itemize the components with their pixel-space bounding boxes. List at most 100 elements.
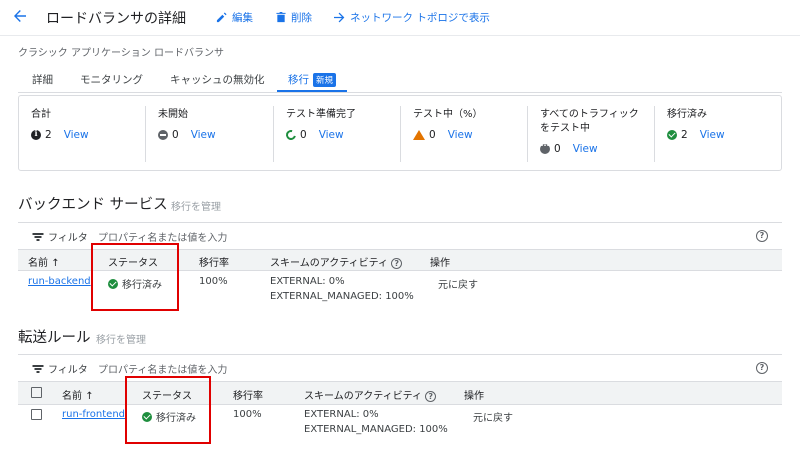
card-title: 移行済み (667, 109, 707, 120)
filter-icon (32, 365, 43, 373)
undo-button[interactable]: 元に戻す (438, 276, 478, 291)
rule-name-link[interactable]: run-frontend (62, 409, 125, 420)
summary-card-migrated: 移行済み 2 View (655, 96, 781, 170)
topology-button[interactable]: ネットワーク トポロジで表示 (334, 10, 490, 25)
select-all-checkbox[interactable] (31, 387, 42, 398)
filter-label: フィルタ (48, 365, 88, 376)
rate-cell: 100% (199, 276, 228, 287)
tab-label: 詳細 (32, 74, 53, 86)
card-title: 未開始 (158, 109, 188, 120)
column-name[interactable]: 名前 ↑ (62, 387, 94, 402)
help-icon[interactable]: ? (756, 362, 768, 374)
tab-label: モニタリング (80, 74, 143, 86)
trash-icon (276, 12, 286, 23)
card-value: 0 View (158, 129, 216, 141)
card-title-line: すべてのトラフィック (540, 109, 639, 120)
scheme-line: EXTERNAL_MANAGED: 100% (270, 291, 414, 302)
help-icon[interactable]: ? (391, 257, 403, 269)
filter-input[interactable]: プロパティ名または値を入力 (98, 361, 227, 376)
filter-icon (32, 233, 43, 241)
card-value: 2 View (31, 128, 89, 141)
backend-manage-link[interactable]: 移行を管理 (171, 198, 221, 213)
tab-migration[interactable]: 移行 新規 (288, 72, 337, 87)
header-divider (0, 35, 800, 36)
filter-input[interactable]: プロパティ名または値を入力 (98, 229, 227, 244)
highlight-box (91, 243, 179, 311)
card-count: 0 (429, 129, 436, 141)
summary-card-total: 合計 2 View (19, 96, 145, 170)
summary-card-not-started: 未開始 0 View (146, 96, 272, 170)
scheme-line: EXTERNAL_MANAGED: 100% (304, 424, 448, 435)
tab-details[interactable]: 詳細 (32, 72, 53, 87)
row-checkbox[interactable] (31, 409, 42, 420)
help-icon[interactable]: ? (425, 390, 437, 402)
forwarding-manage-link[interactable]: 移行を管理 (96, 331, 146, 346)
help-icon[interactable]: ? (756, 230, 768, 242)
card-count: 0 (300, 129, 307, 141)
undo-button[interactable]: 元に戻す (473, 409, 513, 424)
scheme-line: EXTERNAL: 0% (304, 409, 379, 420)
migration-summary: 合計 2 View 未開始 0 View テスト準備完了 0 View テスト中… (18, 95, 782, 171)
view-link[interactable]: View (573, 143, 598, 155)
edit-label: 編集 (232, 12, 253, 24)
scheme-line: EXTERNAL: 0% (270, 276, 345, 287)
arrow-back-icon (14, 10, 26, 22)
card-count: 0 (172, 129, 179, 141)
rate-cell: 100% (233, 409, 262, 420)
new-badge: 新規 (313, 73, 337, 87)
page-title: ロードバランサの詳細 (46, 11, 186, 27)
view-link[interactable]: View (700, 129, 725, 141)
card-title: テスト準備完了 (286, 109, 356, 120)
summary-card-ready: テスト準備完了 0 View (274, 96, 400, 170)
tab-label: 移行 (288, 74, 309, 86)
edit-button[interactable]: 編集 (216, 10, 253, 25)
column-scheme: スキームのアクティビティ ? (304, 387, 437, 402)
topology-label: ネットワーク トポロジで表示 (350, 12, 490, 24)
delete-button[interactable]: 削除 (276, 10, 312, 25)
card-value: 0 View (413, 129, 473, 141)
card-value: 0 View (540, 141, 598, 155)
dots-circle-icon (540, 141, 550, 154)
summary-card-testing: テスト中（%） 0 View (401, 96, 527, 170)
column-rate: 移行率 (233, 391, 263, 402)
card-title-line: をテスト中 (540, 123, 590, 134)
service-name-link[interactable]: run-backend (28, 276, 91, 287)
card-title: 合計 (31, 109, 51, 120)
column-action: 操作 (464, 391, 484, 402)
card-value: 2 View (667, 129, 725, 141)
tabs-divider (18, 92, 782, 93)
view-link[interactable]: View (191, 129, 216, 141)
tab-label: キャッシュの無効化 (170, 74, 265, 86)
sort-up-icon: ↑ (51, 258, 60, 269)
card-count: 2 (681, 129, 688, 141)
summary-card-all-traffic: すべてのトラフィック をテスト中 0 View (528, 96, 654, 170)
view-link[interactable]: View (319, 129, 344, 141)
card-count: 2 (45, 129, 52, 141)
lb-type-subtitle: クラシック アプリケーション ロードバランサ (18, 48, 224, 59)
card-count: 0 (554, 143, 561, 155)
card-title: テスト中（%） (413, 109, 483, 120)
minus-circle-icon (158, 130, 168, 140)
column-rate: 移行率 (199, 258, 229, 269)
column-name[interactable]: 名前 ↑ (28, 254, 60, 269)
check-circle-icon (667, 130, 677, 140)
backend-section-title: バックエンド サービス (18, 197, 168, 213)
warning-icon (413, 130, 425, 140)
tab-monitoring[interactable]: モニタリング (80, 72, 143, 87)
view-link[interactable]: View (64, 129, 89, 141)
card-title: すべてのトラフィック をテスト中 (540, 108, 639, 136)
delete-label: 削除 (291, 12, 312, 24)
info-icon (31, 128, 41, 140)
highlight-box (125, 376, 211, 444)
tab-cache-invalidation[interactable]: キャッシュの無効化 (170, 72, 265, 87)
column-scheme: スキームのアクティビティ ? (270, 254, 403, 269)
forwarding-section-title: 転送ルール (18, 330, 91, 346)
view-link[interactable]: View (448, 129, 473, 141)
sync-icon (284, 128, 298, 142)
arrow-right-icon (334, 12, 345, 23)
filter-label: フィルタ (48, 233, 88, 244)
back-button[interactable] (12, 8, 28, 24)
pencil-icon (216, 12, 227, 23)
sort-up-icon: ↑ (85, 391, 94, 402)
card-value: 0 View (284, 128, 344, 142)
